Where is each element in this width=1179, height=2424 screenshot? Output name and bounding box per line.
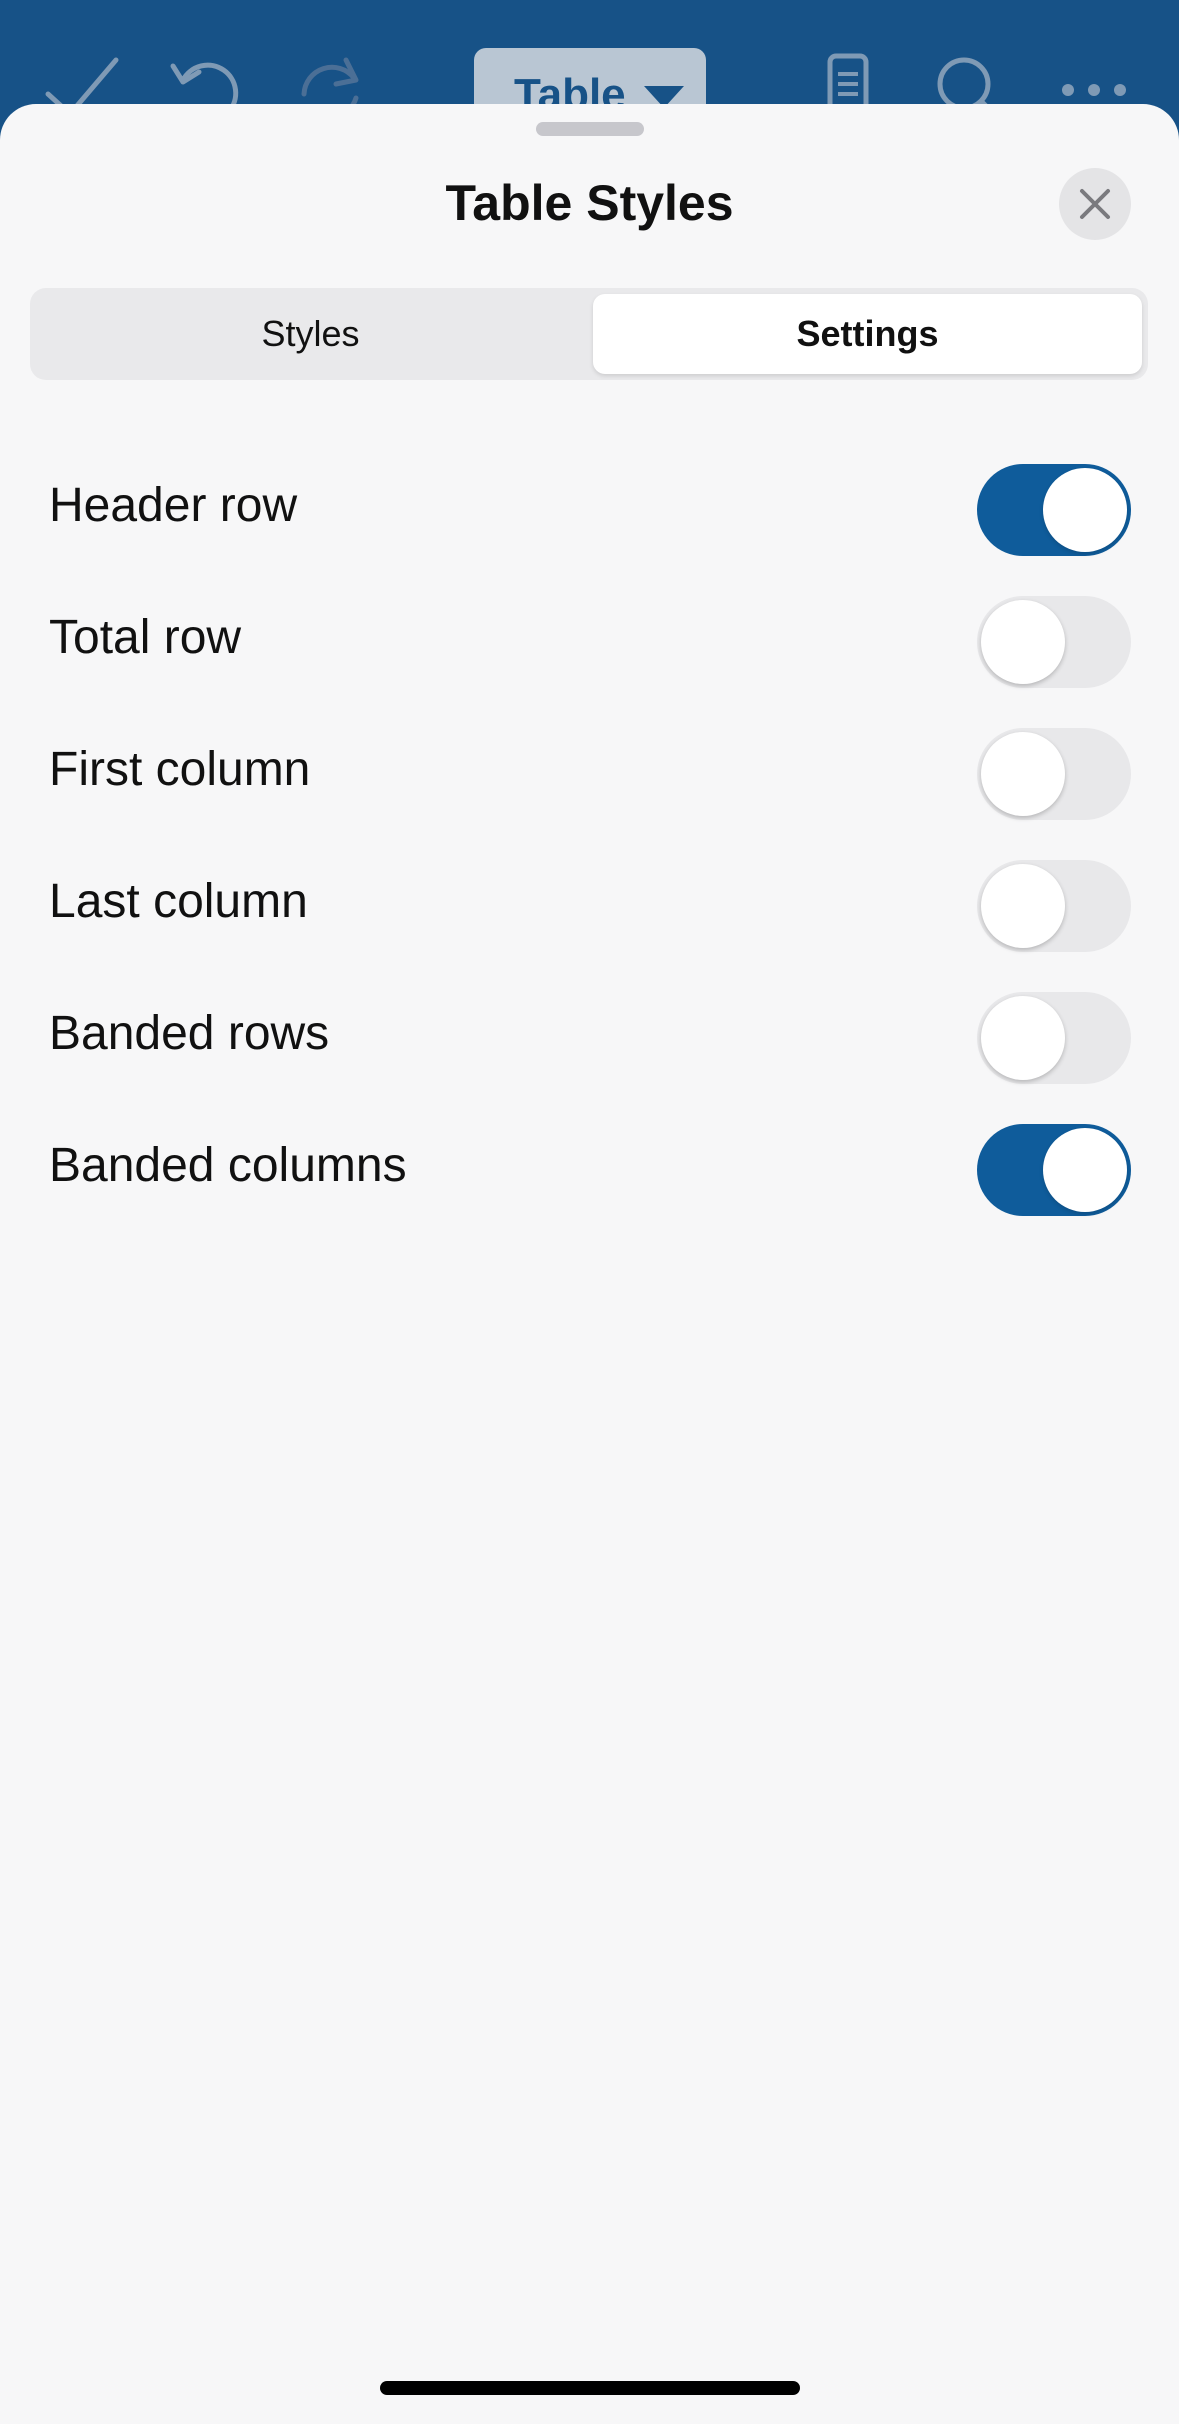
toggle-knob [981, 732, 1065, 816]
toggle-knob [1043, 1128, 1127, 1212]
tab-settings[interactable]: Settings [593, 294, 1142, 374]
setting-row-first-column: First column [0, 706, 1179, 838]
setting-label: Banded columns [49, 1139, 407, 1192]
setting-label: Total row [49, 611, 242, 664]
banded-rows-toggle[interactable] [977, 992, 1131, 1084]
total-row-toggle[interactable] [977, 596, 1131, 688]
setting-label: Banded rows [49, 1007, 330, 1060]
settings-list: Header row Total row First column Last c… [0, 442, 1179, 1234]
setting-label: Header row [49, 479, 298, 532]
home-indicator [380, 2381, 800, 2395]
setting-row-header-row: Header row [0, 442, 1179, 574]
setting-row-banded-rows: Banded rows [0, 970, 1179, 1102]
tab-styles[interactable]: Styles [36, 294, 585, 374]
toggle-knob [1043, 468, 1127, 552]
table-styles-sheet: Table Styles Styles Settings Header row … [0, 104, 1179, 2424]
setting-row-last-column: Last column [0, 838, 1179, 970]
setting-row-banded-columns: Banded columns [0, 1102, 1179, 1234]
toggle-knob [981, 996, 1065, 1080]
setting-label: Last column [49, 875, 308, 928]
app-toolbar: Table [0, 0, 1179, 132]
setting-row-total-row: Total row [0, 574, 1179, 706]
setting-label: First column [49, 743, 311, 796]
sheet-title: Table Styles [445, 175, 734, 231]
header-row-toggle[interactable] [977, 464, 1131, 556]
first-column-toggle[interactable] [977, 728, 1131, 820]
close-button[interactable] [1059, 168, 1131, 240]
toggle-knob [981, 864, 1065, 948]
last-column-toggle[interactable] [977, 860, 1131, 952]
close-icon [1080, 189, 1110, 219]
banded-columns-toggle[interactable] [977, 1124, 1131, 1216]
sheet-grabber[interactable] [536, 122, 644, 136]
toggle-knob [981, 600, 1065, 684]
segmented-control: Styles Settings [30, 288, 1148, 380]
